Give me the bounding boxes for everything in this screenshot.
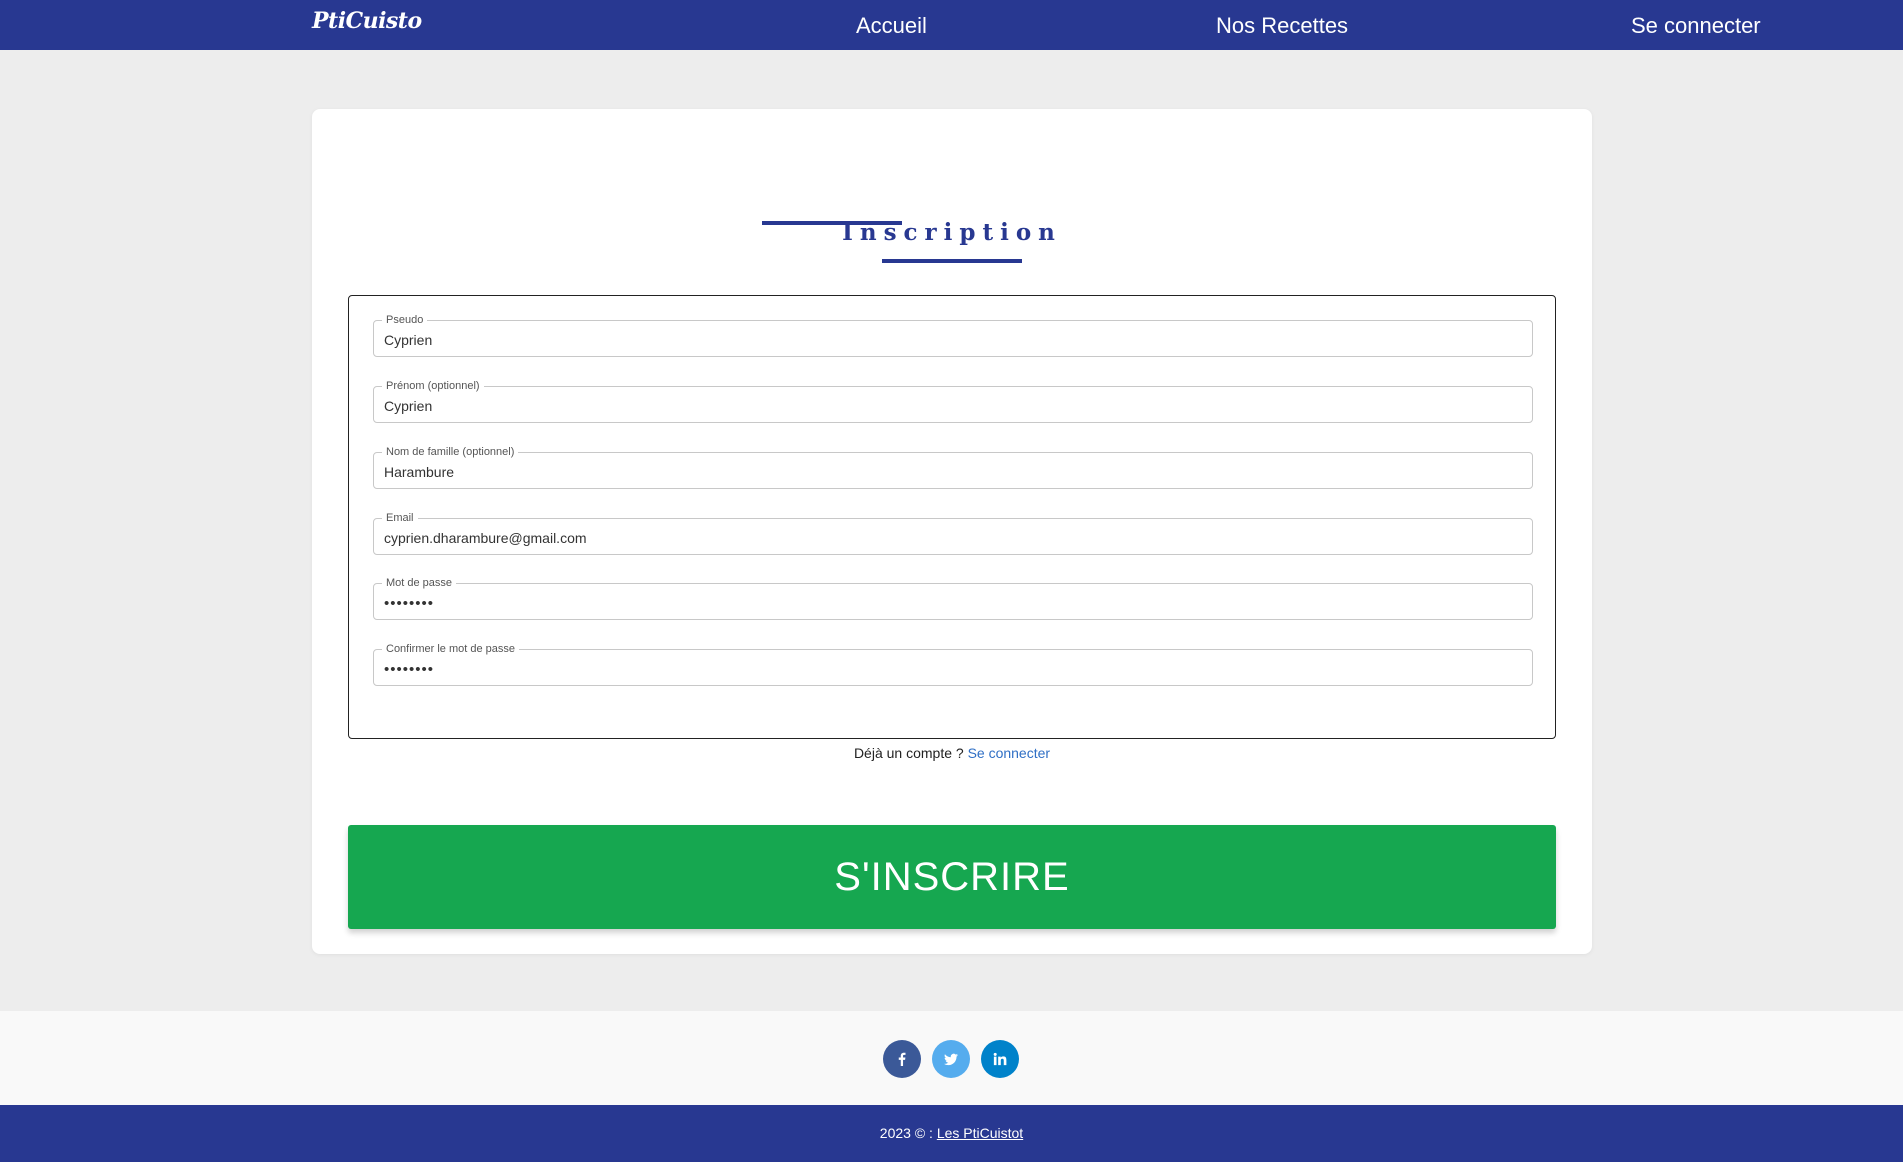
signup-form: Pseudo Prénom (optionnel) Nom de famille…	[348, 295, 1556, 739]
footer-copyright: 2023 © :	[879, 1125, 933, 1141]
login-prompt-text: Déjà un compte ?	[853, 745, 964, 761]
email-input[interactable]	[384, 528, 1514, 548]
nav-link-recettes[interactable]: Nos Recettes	[1216, 13, 1348, 39]
password-input[interactable]	[384, 593, 1514, 613]
linkedin-button[interactable]	[981, 1040, 1019, 1078]
twitter-button[interactable]	[932, 1040, 970, 1078]
brand-logo[interactable]: PtiCuisto	[312, 8, 422, 34]
firstname-field: Prénom (optionnel)	[373, 379, 1533, 423]
pseudo-field: Pseudo	[373, 313, 1533, 357]
email-field: Email	[373, 511, 1533, 555]
pseudo-label: Pseudo	[382, 313, 428, 327]
firstname-label: Prénom (optionnel)	[382, 379, 484, 393]
login-prompt: Déjà un compte ? Se connecter	[312, 745, 1592, 761]
twitter-icon	[944, 1053, 958, 1066]
confirm-password-input[interactable]	[384, 659, 1514, 679]
signup-button[interactable]: S'INSCRIRE	[348, 825, 1556, 929]
firstname-input[interactable]	[384, 396, 1514, 416]
password-label: Mot de passe	[382, 576, 457, 590]
footer: 2023 © : Les PtiCuistot	[0, 1105, 1903, 1162]
nav-link-accueil[interactable]: Accueil	[856, 13, 927, 39]
lastname-field: Nom de famille (optionnel)	[373, 445, 1533, 489]
facebook-button[interactable]	[883, 1040, 921, 1078]
title-decoration-bottom	[882, 259, 1022, 263]
facebook-icon	[898, 1052, 906, 1066]
lastname-input[interactable]	[384, 462, 1514, 482]
social-links	[0, 1011, 1903, 1105]
confirm-password-field: Confirmer le mot de passe	[373, 642, 1533, 686]
linkedin-icon	[993, 1052, 1007, 1066]
email-label: Email	[382, 511, 418, 525]
page-title: Inscription	[842, 219, 1062, 246]
navbar: PtiCuisto Accueil Nos Recettes Se connec…	[0, 0, 1903, 50]
pseudo-input[interactable]	[384, 330, 1514, 350]
signup-card: Inscription Pseudo Prénom (optionnel) No…	[312, 109, 1592, 954]
nav-link-login[interactable]: Se connecter	[1631, 13, 1761, 39]
lastname-label: Nom de famille (optionnel)	[382, 445, 519, 459]
footer-link[interactable]: Les PtiCuistot	[937, 1125, 1023, 1141]
login-link[interactable]: Se connecter	[968, 745, 1051, 761]
confirm-password-label: Confirmer le mot de passe	[382, 642, 519, 656]
password-field: Mot de passe	[373, 576, 1533, 620]
